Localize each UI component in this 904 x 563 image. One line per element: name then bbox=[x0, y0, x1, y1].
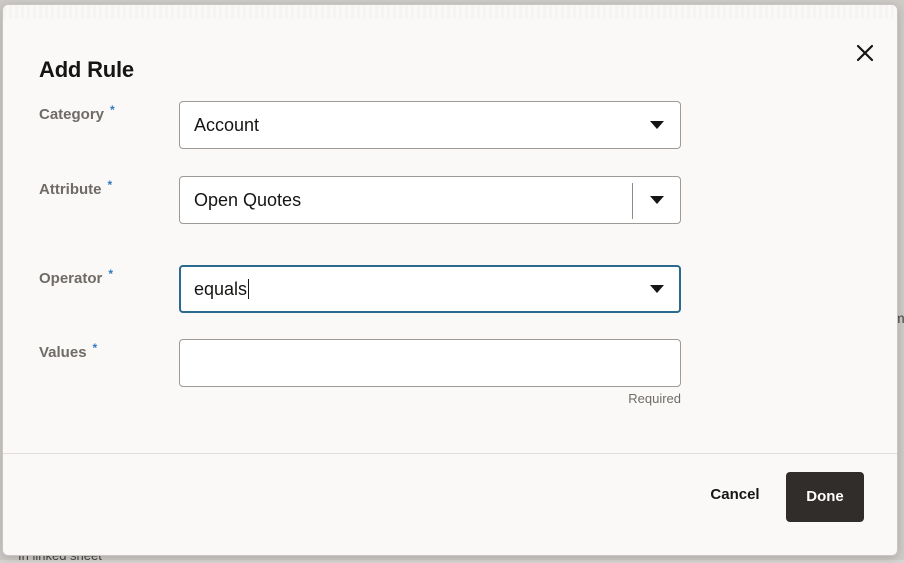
attribute-select-value: Open Quotes bbox=[194, 190, 302, 210]
close-button[interactable] bbox=[851, 39, 879, 67]
done-button[interactable]: Done bbox=[786, 472, 864, 522]
attribute-caret-divider bbox=[632, 183, 633, 219]
values-label: Values * bbox=[39, 341, 98, 361]
category-select-value: Account bbox=[194, 115, 260, 135]
cancel-button[interactable]: Cancel bbox=[695, 481, 775, 509]
attribute-select[interactable]: Open Quotes bbox=[179, 176, 681, 224]
attribute-label: Attribute * bbox=[39, 178, 113, 198]
dialog-top-strip bbox=[3, 5, 897, 19]
operator-label-text: Operator bbox=[39, 270, 103, 287]
category-required-marker: * bbox=[110, 103, 115, 117]
values-input[interactable] bbox=[179, 339, 681, 387]
chevron-down-icon bbox=[650, 121, 664, 129]
values-required-marker: * bbox=[92, 341, 98, 355]
chevron-down-icon[interactable] bbox=[650, 196, 664, 204]
attribute-required-marker: * bbox=[107, 178, 113, 192]
footer-divider bbox=[3, 453, 897, 454]
text-cursor bbox=[248, 279, 250, 299]
category-label-text: Category bbox=[39, 106, 105, 123]
operator-value-text: equals bbox=[194, 279, 248, 299]
operator-required-marker: * bbox=[108, 267, 114, 281]
chevron-down-icon bbox=[650, 285, 664, 293]
add-rule-dialog: Add Rule Category * Account Attribute * Op… bbox=[2, 4, 898, 556]
values-helper-text: Required bbox=[628, 391, 681, 406]
category-label: Category * bbox=[39, 103, 115, 123]
operator-select[interactable]: equals bbox=[179, 265, 681, 313]
operator-label: Operator * bbox=[39, 267, 114, 287]
category-select[interactable]: Account bbox=[179, 101, 681, 149]
attribute-label-text: Attribute bbox=[39, 181, 102, 198]
dialog-title: Add Rule bbox=[39, 57, 134, 82]
operator-select-value: equals bbox=[194, 279, 250, 300]
close-icon bbox=[856, 44, 874, 62]
values-label-text: Values bbox=[39, 344, 87, 361]
